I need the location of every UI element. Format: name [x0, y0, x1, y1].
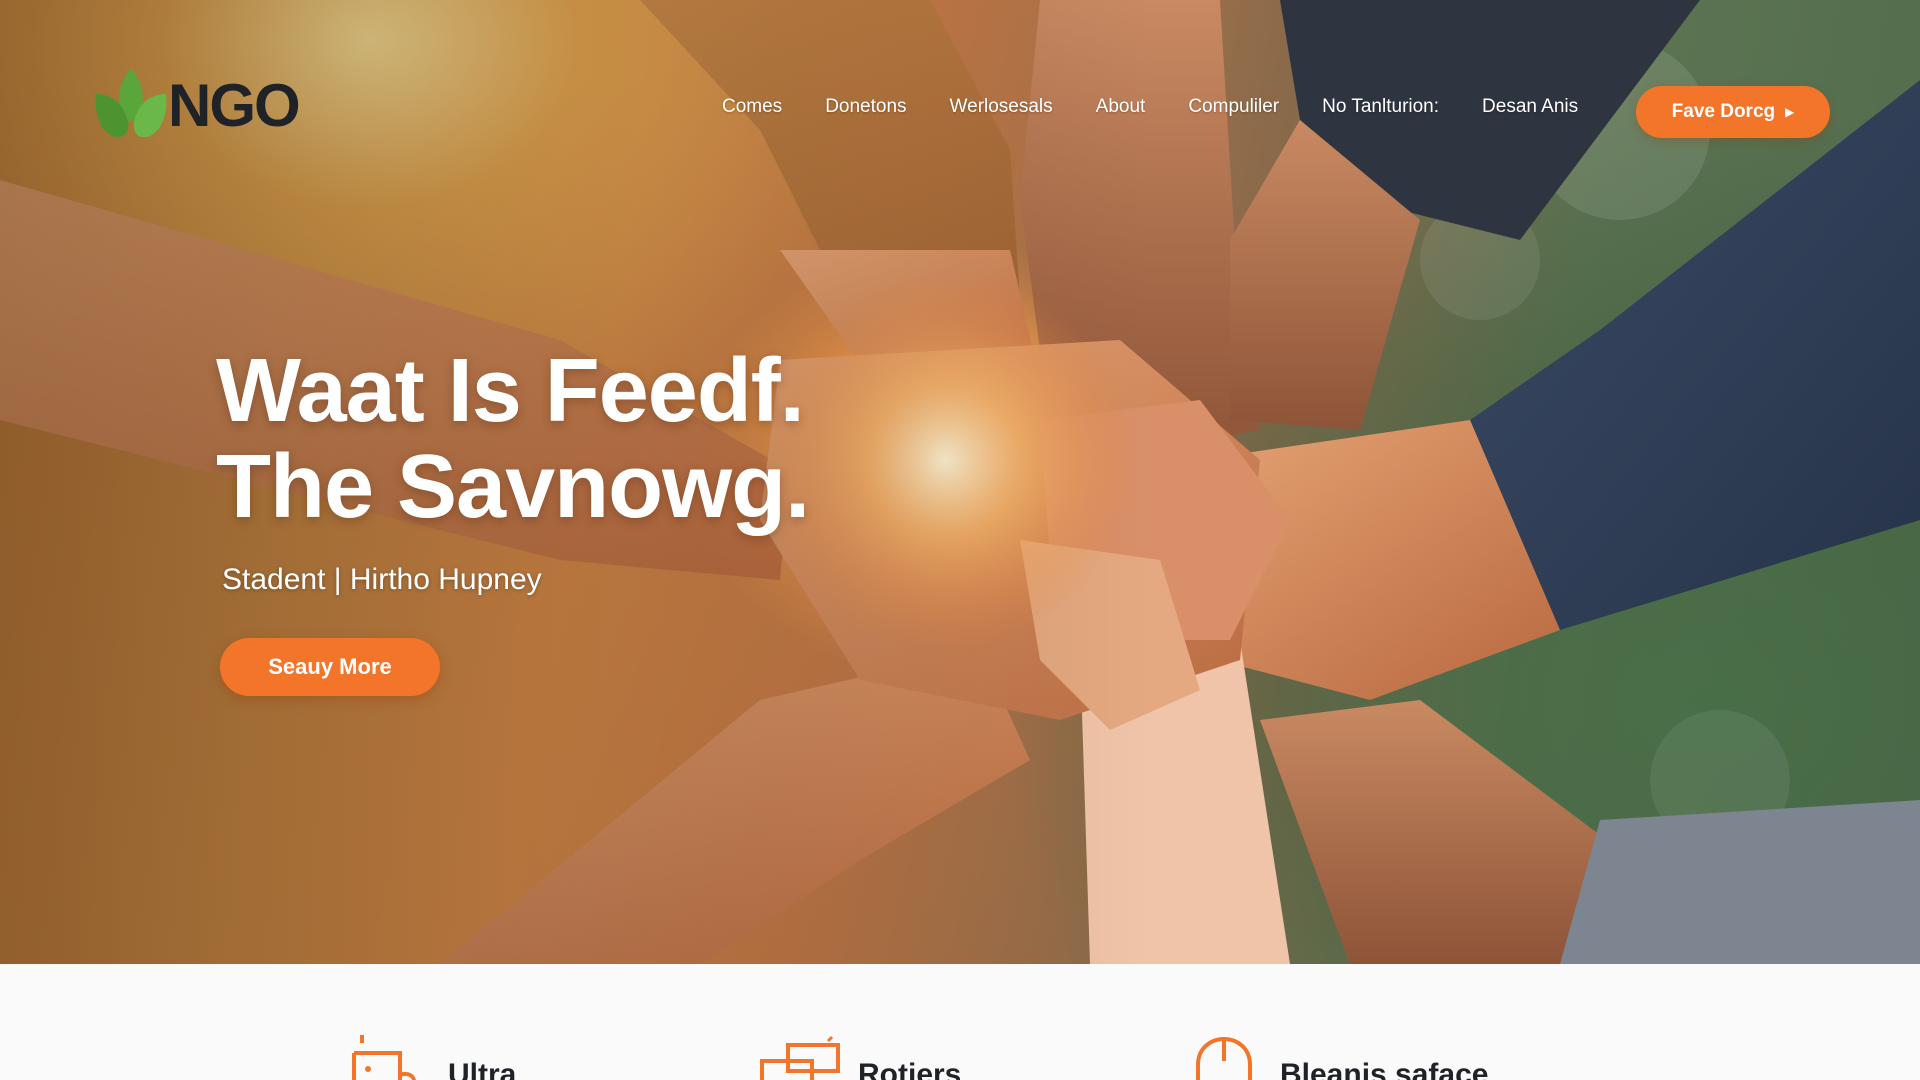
nav-item-comes[interactable]: Comes [722, 96, 782, 118]
stacked-boxes-icon [760, 1035, 840, 1080]
feature-label-ultra: Ultra [448, 1058, 517, 1080]
donate-button-label: Fave Dorcg [1671, 101, 1776, 122]
nav-item-desan-anis[interactable]: Desan Anis [1482, 96, 1578, 118]
page: NGO Comes Donetons Werlosesals About Com… [0, 0, 1920, 1080]
hero-subtitle: Stadent | Hirtho Hupney [222, 563, 542, 596]
leaf-icon [95, 68, 167, 138]
play-arrow-icon: ▶ [1785, 105, 1795, 119]
nav-item-no-tanlturion[interactable]: No Tanlturion: [1322, 96, 1439, 118]
feature-item-rotiers[interactable]: Rotiers [758, 1030, 961, 1080]
nav-item-about[interactable]: About [1096, 96, 1146, 118]
hands-icon [1196, 1036, 1252, 1080]
hero-title-line-2: The Savnowg. [216, 437, 810, 537]
feature-label-rotiers: Rotiers [858, 1058, 962, 1080]
hero-title: Waat Is Feedf. The Savnowg. [216, 341, 810, 537]
box-cart-icon [352, 1035, 416, 1080]
feature-item-ultra[interactable]: Ultra [348, 1030, 516, 1080]
donate-button[interactable]: Fave Dorcg ▶ [1636, 86, 1830, 138]
nav-item-werlosesals[interactable]: Werlosesals [950, 96, 1053, 118]
main-nav: Comes Donetons Werlosesals About Compuli… [722, 96, 1621, 118]
logo[interactable]: NGO [90, 64, 301, 146]
feature-label-bleanis-saface: Bleanis saface [1280, 1058, 1489, 1080]
feature-item-bleanis-saface[interactable]: Bleanis saface [1190, 1030, 1488, 1080]
see-more-button[interactable]: Seauy More [220, 638, 440, 696]
logo-text: NGO [168, 71, 301, 139]
nav-item-compuliler[interactable]: Compuliler [1188, 96, 1279, 118]
nav-item-donetons[interactable]: Donetons [825, 96, 906, 118]
hero-title-line-1: Waat Is Feedf. [216, 341, 805, 441]
